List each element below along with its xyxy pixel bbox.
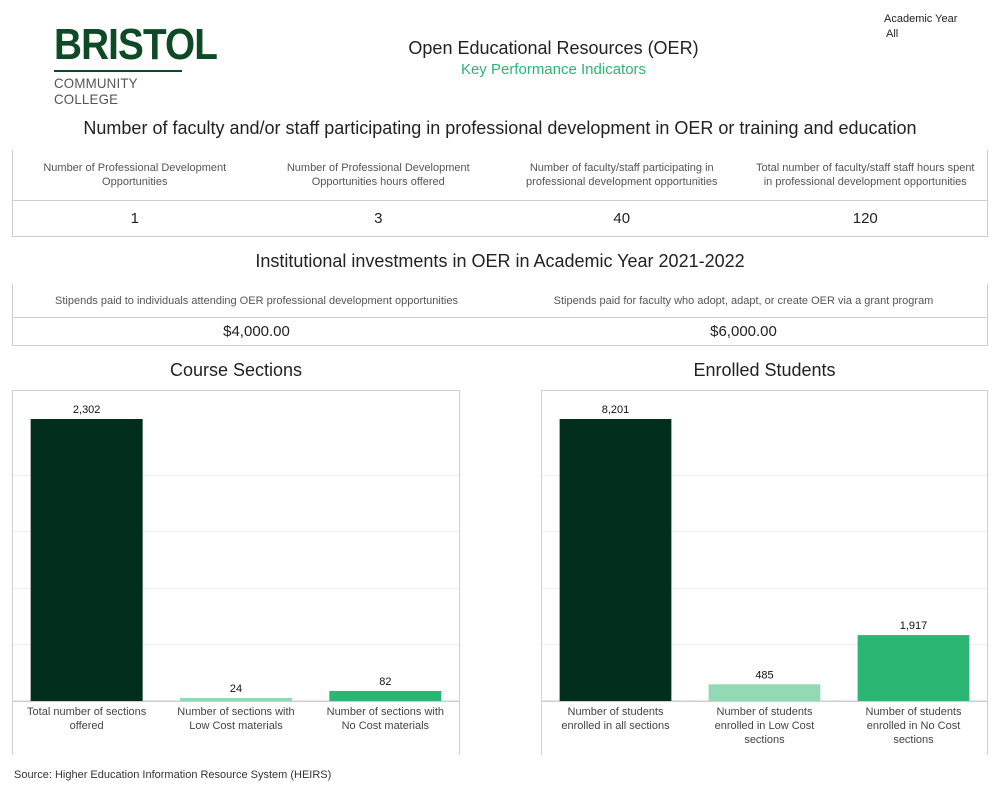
investment-kpi-value-row: $4,000.00 $6,000.00 xyxy=(13,317,987,345)
investment-kpi-value-cell: $4,000.00 xyxy=(13,318,500,345)
pd-kpi-table: Number of Professional Development Oppor… xyxy=(12,150,988,237)
category-label: Number of students enrolled in all sectio… xyxy=(561,706,670,732)
bar[interactable] xyxy=(30,419,143,701)
pd-kpi-label-cell: Number of faculty/staff participating in… xyxy=(500,150,744,200)
category-label: Number of sections with Low Cost material… xyxy=(177,706,294,732)
pd-kpi-value: 3 xyxy=(374,210,383,227)
academic-year-filter-value[interactable]: All xyxy=(886,28,898,40)
pd-kpi-label: Number of Professional Development Oppor… xyxy=(43,162,227,188)
bar-value-label: 1,917 xyxy=(900,620,928,632)
pd-kpi-value: 40 xyxy=(613,210,631,227)
investment-kpi-value-cell: $6,000.00 xyxy=(500,318,987,345)
investment-kpi-value: $4,000.00 xyxy=(223,323,290,340)
pd-section-title: Number of faculty and/or staff participa… xyxy=(83,118,917,138)
logo-subtext: COMMUNITY COLLEGE xyxy=(54,75,138,107)
investment-kpi-label: Stipends paid for faculty who adopt, ada… xyxy=(553,294,934,307)
investment-kpi-label-cell: Stipends paid for faculty who adopt, ada… xyxy=(500,284,987,317)
bar-value-label: 8,201 xyxy=(602,404,630,416)
pd-kpi-label: Number of faculty/staff participating in… xyxy=(526,162,718,188)
pd-kpi-label-cell: Total number of faculty/staff staff hour… xyxy=(744,150,988,200)
pd-kpi-value-cell: 1 xyxy=(13,201,257,236)
bar[interactable] xyxy=(180,698,292,701)
category-label: Total number of sections offered xyxy=(27,706,147,732)
enrolled-students-chart-title: Enrolled Students xyxy=(693,360,836,380)
enrolled-students-chart: 8,201 Number of students enrolled in all s… xyxy=(541,390,988,755)
bar[interactable] xyxy=(559,419,672,701)
source-note: Source: Higher Education Information Res… xyxy=(14,769,332,781)
academic-year-filter-label: Academic Year xyxy=(884,13,958,25)
bar-value-label: 24 xyxy=(230,683,242,695)
pd-kpi-label-cell: Number of Professional Development Oppor… xyxy=(257,150,501,200)
investment-kpi-label-row: Stipends paid to individuals attending O… xyxy=(13,284,987,317)
pd-kpi-label: Number of Professional Development Oppor… xyxy=(286,162,470,188)
category-label: Number of students enrolled in Low Cost se… xyxy=(715,706,815,746)
pd-kpi-label: Total number of faculty/staff staff hour… xyxy=(756,162,975,188)
pd-kpi-value-cell: 3 xyxy=(257,201,501,236)
bar[interactable] xyxy=(329,690,442,701)
investment-kpi-label-cell: Stipends paid to individuals attending O… xyxy=(13,284,500,317)
category-label: Number of students enrolled in No Cost sec… xyxy=(866,706,962,746)
bar-value-label: 2,302 xyxy=(73,404,101,416)
category-label: Number of sections with No Cost materials xyxy=(327,706,444,732)
course-sections-chart-title: Course Sections xyxy=(169,360,303,380)
investment-section-title: Institutional investments in OER in Acad… xyxy=(255,251,745,271)
bar-value-label: 82 xyxy=(379,676,391,688)
page-subtitle: Key Performance Indicators xyxy=(460,61,647,78)
page-title: Open Educational Resources (OER) xyxy=(408,38,699,58)
bar-value-label: 485 xyxy=(755,669,773,681)
pd-kpi-value-row: 1 3 40 120 xyxy=(13,200,987,236)
bar[interactable] xyxy=(708,684,821,701)
investment-kpi-value: $6,000.00 xyxy=(710,323,777,340)
pd-kpi-label-cell: Number of Professional Development Oppor… xyxy=(13,150,257,200)
pd-kpi-value-cell: 40 xyxy=(500,201,744,236)
bar[interactable] xyxy=(857,635,970,701)
course-sections-chart: 2,302 Total number of sections offered 24 Nu… xyxy=(12,390,460,755)
pd-kpi-value-cell: 120 xyxy=(744,201,988,236)
pd-kpi-value: 120 xyxy=(852,210,878,227)
investment-kpi-label: Stipends paid to individuals attending O… xyxy=(55,294,458,307)
investment-kpi-table: Stipends paid to individuals attending O… xyxy=(12,284,988,346)
pd-kpi-value: 1 xyxy=(130,210,139,227)
pd-kpi-label-row: Number of Professional Development Oppor… xyxy=(13,150,987,200)
